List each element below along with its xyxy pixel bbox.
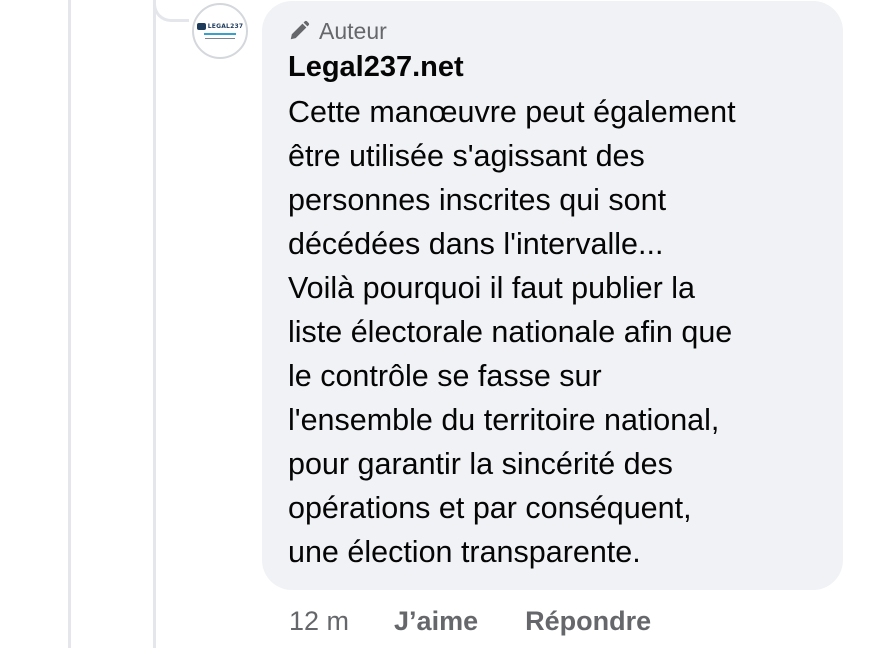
thread-line-outer [68, 0, 71, 648]
scale-icon [196, 23, 206, 30]
author-avatar[interactable]: LEGAL237 [192, 3, 248, 59]
like-button[interactable]: J’aime [394, 603, 478, 639]
comment-actions: 12 m J’aime Répondre [289, 603, 651, 639]
thread-connector [153, 0, 189, 22]
avatar-logo: LEGAL237 [196, 22, 244, 30]
comment-timestamp[interactable]: 12 m [289, 603, 349, 639]
comment-bubble: Auteur Legal237.net Cette manœuvre peut … [262, 1, 843, 590]
author-badge: Auteur [288, 17, 823, 45]
avatar-logo-text: LEGAL237 [207, 22, 244, 30]
thread-line-inner [153, 0, 156, 648]
reply-button[interactable]: Répondre [525, 603, 651, 639]
pencil-icon [288, 20, 310, 42]
comment-text: Cette manœuvre peut également être utili… [288, 95, 736, 569]
author-name[interactable]: Legal237.net [288, 49, 823, 85]
badge-label: Auteur [319, 18, 387, 44]
avatar-logo-tagline [205, 38, 235, 39]
avatar-logo-bar [204, 33, 236, 35]
